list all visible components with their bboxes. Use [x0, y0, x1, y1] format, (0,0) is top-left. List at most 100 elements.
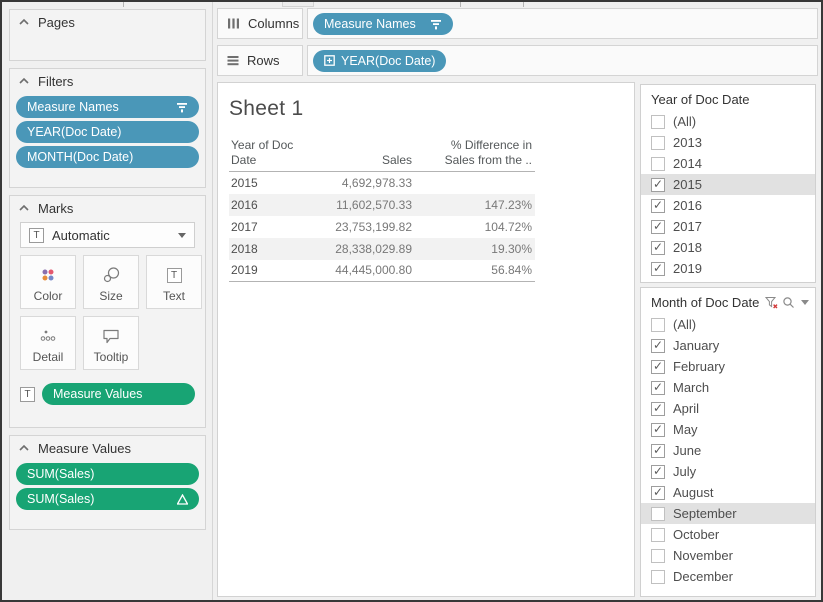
checkbox[interactable] [651, 115, 665, 129]
columns-pill-measure-names[interactable]: Measure Names [313, 13, 453, 35]
diff-cell[interactable]: 56.84% [415, 260, 535, 282]
mark-type-dropdown[interactable]: T Automatic [20, 222, 195, 248]
year-cell[interactable]: 2018 [229, 238, 317, 260]
filter-item-january[interactable]: January [641, 335, 815, 356]
rows-pill-year-doc-date[interactable]: YEAR(Doc Date) [313, 50, 446, 72]
year-cell[interactable]: 2015 [229, 172, 317, 194]
encoding-pill-measure-values[interactable]: Measure Values [42, 383, 195, 405]
checkbox[interactable] [651, 318, 665, 332]
text-encoding-icon[interactable]: T [20, 387, 35, 402]
filter-item-july[interactable]: July [641, 461, 815, 482]
measure-pill-sum-sales-1[interactable]: SUM(Sales) [16, 463, 199, 485]
filter-item-june[interactable]: June [641, 440, 815, 461]
checkbox[interactable] [651, 528, 665, 542]
filter-item-2016[interactable]: 2016 [641, 195, 815, 216]
columns-shelf-body[interactable]: Measure Names [307, 8, 818, 39]
color-button[interactable]: Color [20, 255, 76, 309]
sales-column-header[interactable]: Sales [317, 138, 415, 172]
checkbox[interactable] [651, 507, 665, 521]
table-row: 2018 28,338,029.89 19.30% [229, 238, 535, 260]
text-mark-icon: T [29, 228, 44, 243]
filter-item-february[interactable]: February [641, 356, 815, 377]
filter-item-march[interactable]: March [641, 377, 815, 398]
checkbox[interactable] [651, 486, 665, 500]
filter-item-all[interactable]: (All) [641, 314, 815, 335]
checkbox[interactable] [651, 157, 665, 171]
checkbox[interactable] [651, 465, 665, 479]
color-icon [41, 266, 55, 284]
filter-item-november[interactable]: November [641, 545, 815, 566]
filter-item-december[interactable]: December [641, 566, 815, 587]
filter-menu-caret-icon[interactable] [801, 300, 809, 305]
checkbox[interactable] [651, 360, 665, 374]
row-dimension-header[interactable]: Year of Doc Date [229, 138, 317, 172]
checkbox[interactable] [651, 381, 665, 395]
sales-cell[interactable]: 23,753,199.82 [317, 216, 415, 238]
filter-item-2018[interactable]: 2018 [641, 237, 815, 258]
diff-cell[interactable]: 19.30% [415, 238, 535, 260]
checkbox[interactable] [651, 199, 665, 213]
checkbox[interactable] [651, 136, 665, 150]
checkbox[interactable] [651, 178, 665, 192]
filter-item-2017[interactable]: 2017 [641, 216, 815, 237]
filter-item-2014[interactable]: 2014 [641, 153, 815, 174]
diff-cell[interactable] [415, 172, 535, 194]
checkbox[interactable] [651, 339, 665, 353]
delta-quick-calc-icon[interactable] [177, 494, 188, 505]
pages-card-title: Pages [38, 15, 75, 30]
worksheet-canvas: Sheet 1 Year of Doc Date Sales % Differe… [217, 82, 635, 597]
year-cell[interactable]: 2019 [229, 260, 317, 282]
filter-badge-icon[interactable] [176, 101, 188, 113]
filter-item-april[interactable]: April [641, 398, 815, 419]
filter-pill-measure-names[interactable]: Measure Names [16, 96, 199, 118]
checkbox[interactable] [651, 402, 665, 416]
filter-item-2019[interactable]: 2019 [641, 258, 815, 279]
checkbox[interactable] [651, 444, 665, 458]
detail-button[interactable]: Detail [20, 316, 76, 370]
checkbox[interactable] [651, 423, 665, 437]
sales-cell[interactable]: 11,602,570.33 [317, 194, 415, 216]
year-cell[interactable]: 2017 [229, 216, 317, 238]
diff-column-header[interactable]: % Difference in Sales from the .. [415, 138, 535, 172]
filter-pill-year-doc-date[interactable]: YEAR(Doc Date) [16, 121, 199, 143]
filter-badge-icon[interactable] [430, 18, 442, 30]
checkbox[interactable] [651, 262, 665, 276]
year-cell[interactable]: 2016 [229, 194, 317, 216]
pages-card: Pages [9, 9, 206, 61]
expand-plus-icon[interactable] [324, 55, 335, 66]
text-button[interactable]: T Text [146, 255, 202, 309]
diff-cell[interactable]: 104.72% [415, 216, 535, 238]
sales-cell[interactable]: 28,338,029.89 [317, 238, 415, 260]
collapse-chevron-icon[interactable] [19, 18, 29, 26]
checkbox[interactable] [651, 549, 665, 563]
search-icon[interactable] [782, 296, 795, 309]
toolbar-remnant-tick [123, 2, 124, 7]
filter-item-october[interactable]: October [641, 524, 815, 545]
measure-pill-sum-sales-2[interactable]: SUM(Sales) [16, 488, 199, 510]
columns-shelf: Columns Measure Names [217, 8, 818, 39]
size-button[interactable]: Size [83, 255, 139, 309]
collapse-chevron-icon[interactable] [19, 77, 29, 85]
exclude-filter-icon[interactable] [765, 296, 778, 309]
tooltip-button[interactable]: Tooltip [83, 316, 139, 370]
filter-pill-month-doc-date[interactable]: MONTH(Doc Date) [16, 146, 199, 168]
filter-item-all[interactable]: (All) [641, 111, 815, 132]
tooltip-icon [102, 327, 120, 345]
filter-item-may[interactable]: May [641, 419, 815, 440]
filter-item-august[interactable]: August [641, 482, 815, 503]
filter-item-2015[interactable]: 2015 [641, 174, 815, 195]
dropdown-caret-icon[interactable] [178, 233, 186, 238]
sales-cell[interactable]: 4,692,978.33 [317, 172, 415, 194]
filter-item-september[interactable]: September [641, 503, 815, 524]
checkbox[interactable] [651, 241, 665, 255]
sales-cell[interactable]: 44,445,000.80 [317, 260, 415, 282]
diff-cell[interactable]: 147.23% [415, 194, 535, 216]
filter-item-2013[interactable]: 2013 [641, 132, 815, 153]
collapse-chevron-icon[interactable] [19, 204, 29, 212]
detail-icon [40, 327, 56, 345]
rows-shelf-body[interactable]: YEAR(Doc Date) [307, 45, 818, 76]
data-shelf-panel: Pages Filters Measure Names YEAR(Doc Dat… [2, 2, 213, 600]
checkbox[interactable] [651, 570, 665, 584]
collapse-chevron-icon[interactable] [19, 444, 29, 452]
checkbox[interactable] [651, 220, 665, 234]
